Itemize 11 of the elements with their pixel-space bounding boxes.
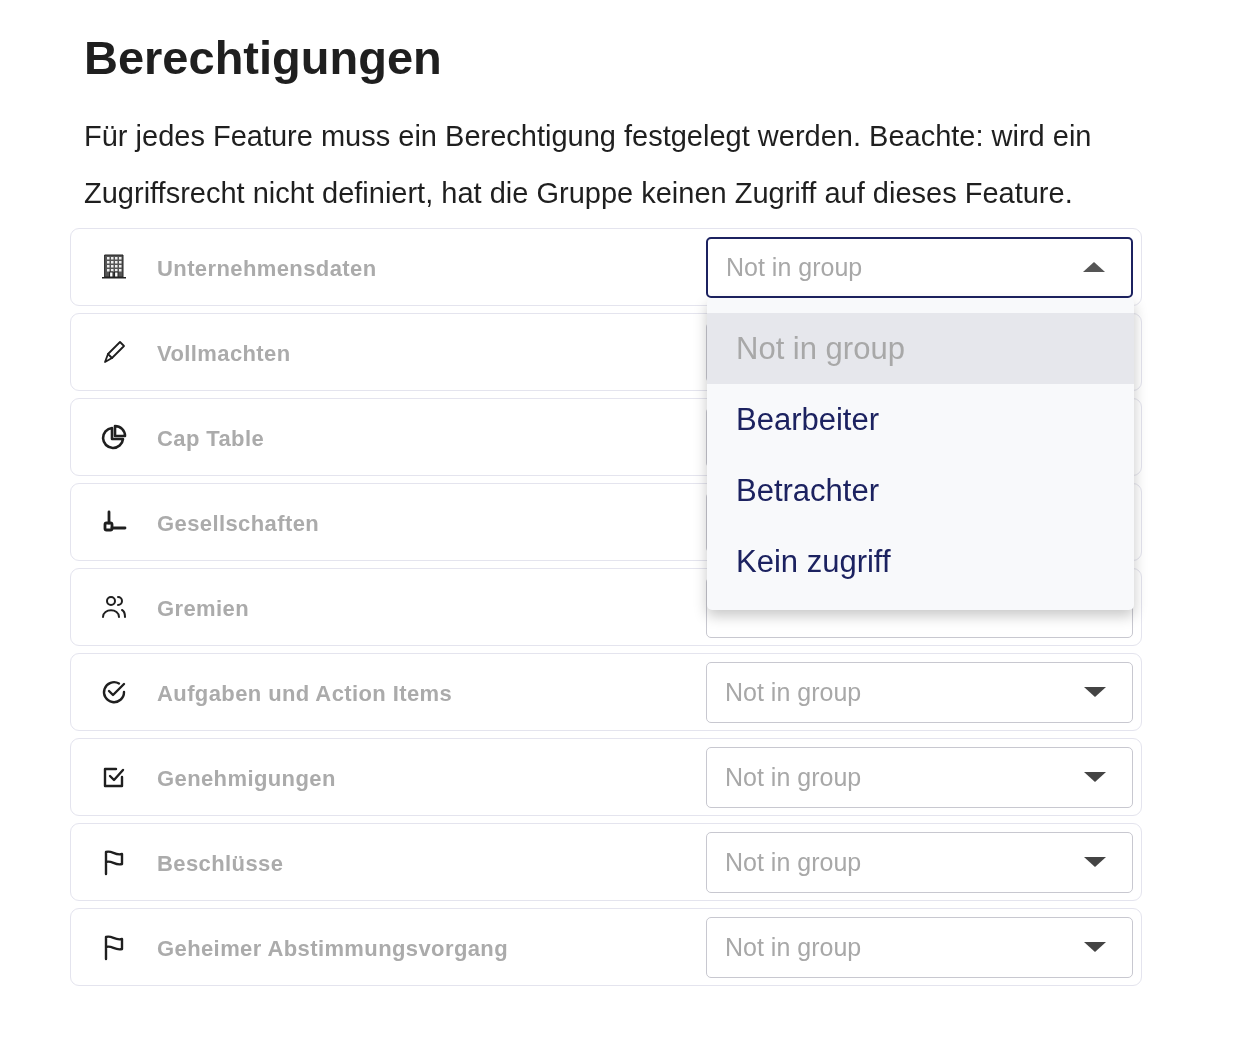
feature-label: Beschlüsse — [157, 850, 285, 877]
feature-label: Aufgaben und Action Items — [157, 680, 454, 707]
feature-label: Vollmachten — [157, 340, 292, 367]
description: Für jedes Feature muss ein Berechtigung festgelegt werden. Beachte: wird ein Zugriffsrecht nicht definiert, hat die Gruppe keinen Zugriff auf dieses Feature. — [84, 119, 1093, 211]
feature-label: Gremien — [157, 595, 251, 622]
feature-label: Geheimer Abstimmungsvorgang — [157, 935, 510, 962]
feature-label: Cap Table — [157, 425, 266, 452]
page-title: Berechtigungen — [84, 30, 443, 86]
feature-label: Genehmigungen — [157, 765, 337, 792]
feature-label: Gesellschaften — [157, 510, 321, 537]
feature-label: Unternehmensdaten — [157, 255, 378, 282]
